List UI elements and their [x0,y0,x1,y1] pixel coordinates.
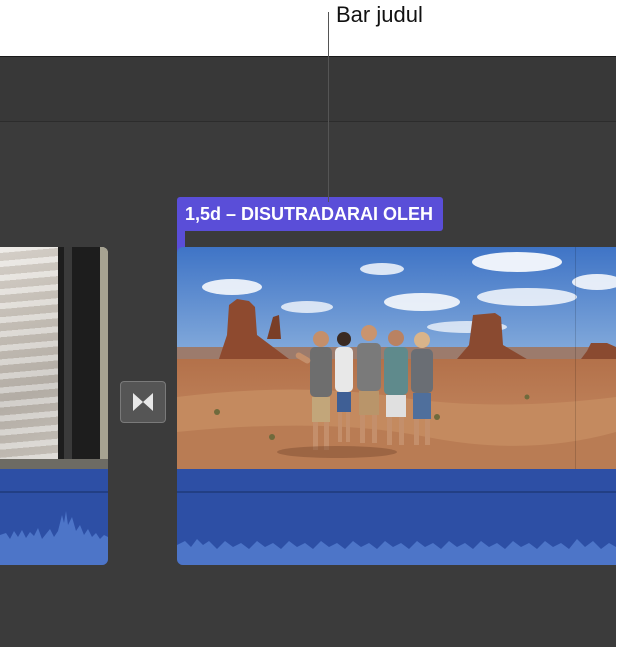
audio-waveform [177,539,616,565]
callout-label: Bar judul [336,2,423,27]
transition-bowtie-icon [133,393,153,411]
title-bar[interactable]: 1,5d – DISUTRADARAI OLEH [177,197,444,231]
previous-clip-video-thumbnail [0,247,108,469]
callout-area: Bar judul [0,0,620,56]
timeline-header-band [0,57,616,122]
monument-valley-photo [177,247,616,469]
page-right-edge [616,56,620,646]
main-clip-audio-waveform [177,469,616,565]
transition-button[interactable] [120,381,166,423]
callout-leader-line [328,12,329,202]
main-clip[interactable] [177,247,616,565]
previous-clip-audio-waveform [0,469,108,565]
audio-waveform [0,511,108,565]
previous-clip[interactable] [0,247,108,565]
main-clip-video-thumbnail [177,247,616,469]
